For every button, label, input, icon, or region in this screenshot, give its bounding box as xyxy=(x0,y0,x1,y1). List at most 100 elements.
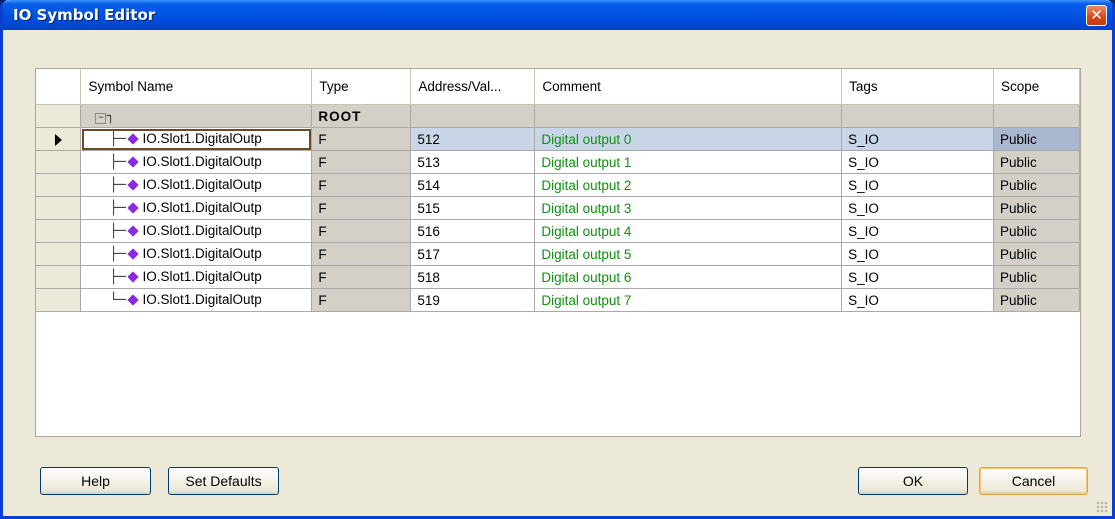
symbol-diamond-icon xyxy=(127,156,140,169)
scope-cell[interactable]: Public xyxy=(993,150,1080,174)
row-header[interactable] xyxy=(36,219,82,243)
col-header-address[interactable]: Address/Val... xyxy=(410,69,536,105)
symbol-name-cell[interactable]: ├─ IO.Slot1.DigitalOutp xyxy=(80,150,313,174)
scope-cell[interactable]: Public xyxy=(993,288,1080,312)
row-header[interactable] xyxy=(36,242,82,266)
type-cell[interactable]: F xyxy=(311,288,412,312)
comment-cell[interactable]: Digital output 2 xyxy=(534,173,843,197)
table-row[interactable]: ├─ IO.Slot1.DigitalOutp F 512 Digital output… xyxy=(36,127,1080,151)
root-tags-cell xyxy=(841,104,994,128)
address-cell[interactable]: 514 xyxy=(410,173,536,197)
comment-cell[interactable]: Digital output 3 xyxy=(534,196,843,220)
comment-cell[interactable]: Digital output 7 xyxy=(534,288,843,312)
comment-cell[interactable]: Digital output 0 xyxy=(534,127,843,151)
tree-line-icon: ├─ xyxy=(109,177,126,193)
tree-collapse-icon[interactable]: − xyxy=(95,113,107,124)
tags-cell[interactable]: S_IO xyxy=(841,288,994,312)
address-cell[interactable]: 512 xyxy=(410,127,536,151)
close-icon[interactable]: ✕ xyxy=(1086,5,1107,26)
root-row[interactable]: − ┐ ROOT xyxy=(36,104,1080,128)
row-header[interactable] xyxy=(36,173,82,197)
symbol-name-text: IO.Slot1.DigitalOutp xyxy=(142,154,262,169)
comment-cell[interactable]: Digital output 5 xyxy=(534,242,843,266)
tags-cell[interactable]: S_IO xyxy=(841,219,994,243)
row-header[interactable] xyxy=(36,288,82,312)
type-cell[interactable]: F xyxy=(311,173,412,197)
address-cell[interactable]: 518 xyxy=(410,265,536,289)
address-cell[interactable]: 517 xyxy=(410,242,536,266)
symbol-name-cell[interactable]: ├─ IO.Slot1.DigitalOutp xyxy=(80,173,313,197)
symbol-name-text: IO.Slot1.DigitalOutp xyxy=(142,131,262,146)
tree-line-icon: ┐ xyxy=(106,108,115,124)
symbol-diamond-icon xyxy=(127,179,140,192)
cancel-button[interactable]: Cancel xyxy=(979,467,1088,495)
symbol-name-cell[interactable]: ├─ IO.Slot1.DigitalOutp xyxy=(80,196,313,220)
scope-cell[interactable]: Public xyxy=(993,219,1080,243)
symbol-name-cell[interactable]: └─ IO.Slot1.DigitalOutp xyxy=(80,288,313,312)
symbol-name-text: IO.Slot1.DigitalOutp xyxy=(142,246,262,261)
table-row[interactable]: ├─ IO.Slot1.DigitalOutp F 518 Digital output… xyxy=(36,265,1080,289)
ok-button[interactable]: OK xyxy=(858,467,968,495)
symbol-name-cell[interactable]: ├─ IO.Slot1.DigitalOutp xyxy=(80,219,313,243)
scope-cell[interactable]: Public xyxy=(993,173,1080,197)
table-row[interactable]: ├─ IO.Slot1.DigitalOutp F 515 Digital output… xyxy=(36,196,1080,220)
col-header-symbol-name[interactable]: Symbol Name xyxy=(80,69,313,105)
tree-line-icon: ├─ xyxy=(109,246,126,262)
scope-cell[interactable]: Public xyxy=(993,127,1080,151)
type-cell[interactable]: F xyxy=(311,219,412,243)
table-row[interactable]: ├─ IO.Slot1.DigitalOutp F 517 Digital output… xyxy=(36,242,1080,266)
tags-cell[interactable]: S_IO xyxy=(841,150,994,174)
tree-line-icon: ├─ xyxy=(109,131,126,147)
root-type-cell: ROOT xyxy=(311,104,412,128)
type-cell[interactable]: F xyxy=(311,150,412,174)
row-header[interactable] xyxy=(36,196,82,220)
tags-cell[interactable]: S_IO xyxy=(841,127,994,151)
set-defaults-button[interactable]: Set Defaults xyxy=(168,467,279,495)
col-header-comment[interactable]: Comment xyxy=(534,69,843,105)
type-cell[interactable]: F xyxy=(311,242,412,266)
col-header-scope[interactable]: Scope xyxy=(993,69,1080,105)
row-header[interactable] xyxy=(36,265,82,289)
type-cell[interactable]: F xyxy=(311,265,412,289)
table-row[interactable]: ├─ IO.Slot1.DigitalOutp F 513 Digital output… xyxy=(36,150,1080,174)
tags-cell[interactable]: S_IO xyxy=(841,173,994,197)
scope-cell[interactable]: Public xyxy=(993,265,1080,289)
scope-cell[interactable]: Public xyxy=(993,196,1080,220)
help-button[interactable]: Help xyxy=(40,467,151,495)
root-name-cell[interactable]: − ┐ xyxy=(80,104,313,128)
col-header-tags[interactable]: Tags xyxy=(841,69,994,105)
symbol-diamond-icon xyxy=(127,271,140,284)
address-cell[interactable]: 515 xyxy=(410,196,536,220)
table-row[interactable]: └─ IO.Slot1.DigitalOutp F 519 Digital output… xyxy=(36,288,1080,312)
symbol-name-cell[interactable]: ├─ IO.Slot1.DigitalOutp xyxy=(80,242,313,266)
col-header-type[interactable]: Type xyxy=(311,69,412,105)
type-cell[interactable]: F xyxy=(311,127,412,151)
address-cell[interactable]: 519 xyxy=(410,288,536,312)
root-comment-cell xyxy=(534,104,843,128)
comment-cell[interactable]: Digital output 1 xyxy=(534,150,843,174)
root-scope-cell xyxy=(993,104,1080,128)
table-row[interactable]: ├─ IO.Slot1.DigitalOutp F 514 Digital output… xyxy=(36,173,1080,197)
tags-cell[interactable]: S_IO xyxy=(841,196,994,220)
scope-cell[interactable]: Public xyxy=(993,242,1080,266)
type-cell[interactable]: F xyxy=(311,196,412,220)
tree-line-icon: ├─ xyxy=(109,154,126,170)
resize-grip-icon[interactable] xyxy=(1096,501,1108,513)
title-bar[interactable]: IO Symbol Editor ✕ xyxy=(3,0,1112,30)
row-header[interactable] xyxy=(36,104,82,128)
address-cell[interactable]: 513 xyxy=(410,150,536,174)
symbol-diamond-icon xyxy=(127,133,140,146)
comment-cell[interactable]: Digital output 4 xyxy=(534,219,843,243)
tags-cell[interactable]: S_IO xyxy=(841,265,994,289)
symbol-name-cell[interactable]: ├─ IO.Slot1.DigitalOutp xyxy=(80,265,313,289)
symbol-name-cell[interactable]: ├─ IO.Slot1.DigitalOutp xyxy=(80,127,313,151)
current-row-arrow-icon xyxy=(54,133,62,146)
symbol-name-text: IO.Slot1.DigitalOutp xyxy=(142,200,262,215)
row-header[interactable] xyxy=(36,127,82,151)
table-row[interactable]: ├─ IO.Slot1.DigitalOutp F 516 Digital output… xyxy=(36,219,1080,243)
row-header-corner xyxy=(36,69,82,105)
row-header[interactable] xyxy=(36,150,82,174)
tags-cell[interactable]: S_IO xyxy=(841,242,994,266)
comment-cell[interactable]: Digital output 6 xyxy=(534,265,843,289)
address-cell[interactable]: 516 xyxy=(410,219,536,243)
